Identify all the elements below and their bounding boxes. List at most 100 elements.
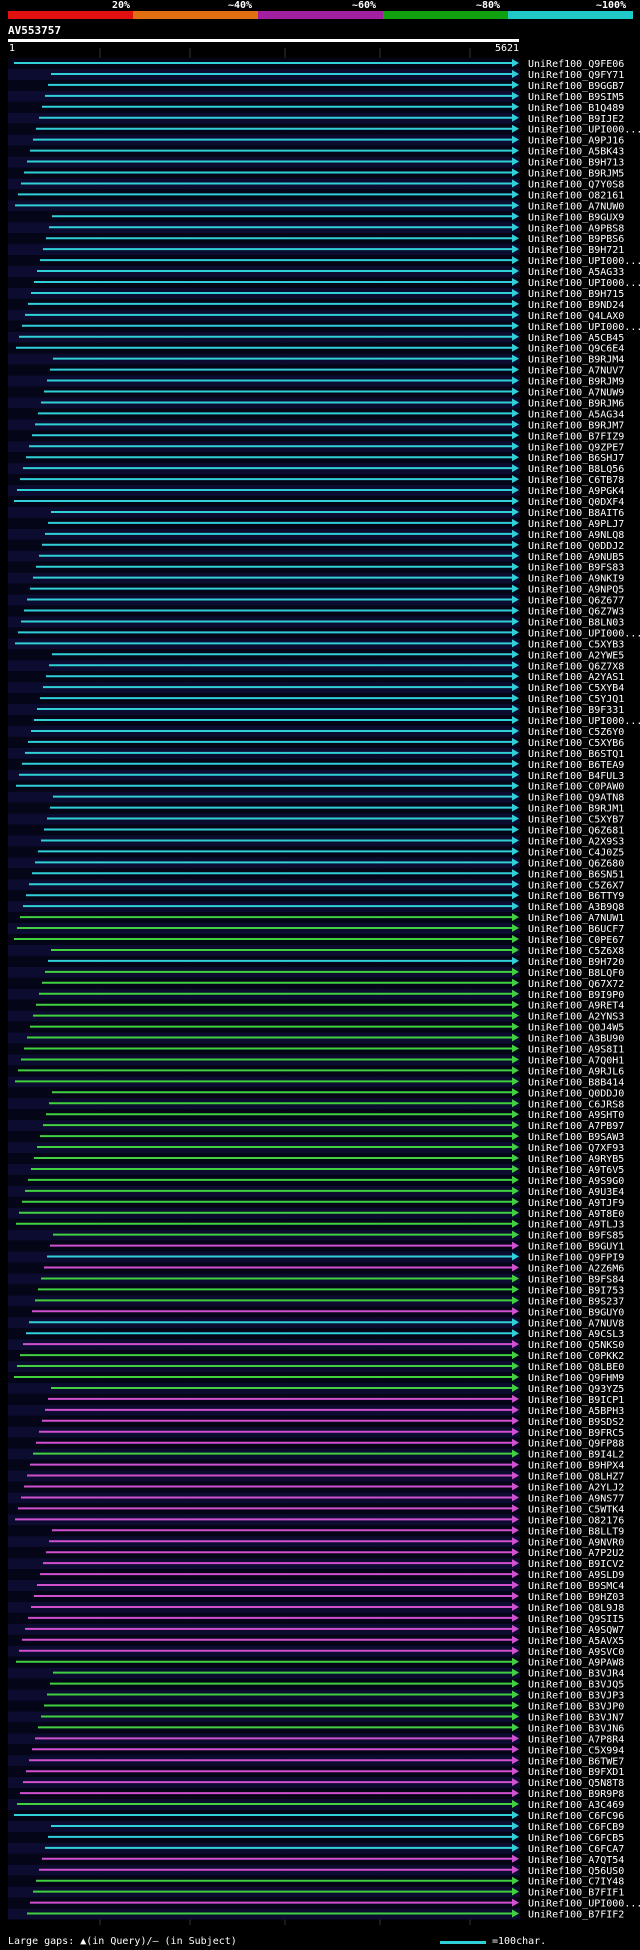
- hit-label: UniRef100_B9FS84: [528, 1274, 624, 1285]
- hit-label: UniRef100_C5Z6X8: [528, 946, 624, 957]
- hit-label: UniRef100_Q6Z677: [528, 596, 624, 607]
- hit-label: UniRef100_UPI000...: [528, 628, 640, 639]
- hit-label: UniRef100_C5Z6X7: [528, 880, 624, 891]
- hit-label: UniRef100_C6FCA7: [528, 1844, 624, 1855]
- hit-label: UniRef100_Q0DDJ2: [528, 541, 624, 552]
- hit-label: UniRef100_O82161: [528, 190, 624, 201]
- hit-label: UniRef100_C4J0Z5: [528, 847, 624, 858]
- hit-label: UniRef100_A5BK43: [528, 147, 624, 158]
- hit-label: UniRef100_A9PAW8: [528, 1658, 624, 1669]
- hit-label: UniRef100_B6TEA9: [528, 760, 624, 771]
- hit-label: UniRef100_B9FS83: [528, 563, 624, 574]
- hit-label: UniRef100_UPI000...: [528, 256, 640, 267]
- hit-label: UniRef100_A3BU90: [528, 1034, 624, 1045]
- hit-label: UniRef100_C6FCB9: [528, 1822, 624, 1833]
- hit-label: UniRef100_C6FC96: [528, 1811, 624, 1822]
- hit-label: UniRef100_B7FIF1: [528, 1888, 624, 1899]
- large-gaps-note: Large gaps: ▲(in Query)/– (in Subject): [8, 1936, 237, 1947]
- hit-label: UniRef100_Q7XF93: [528, 1143, 624, 1154]
- hit-label: UniRef100_C5XYB7: [528, 815, 624, 826]
- hit-label: UniRef100_A9NPQ5: [528, 585, 624, 596]
- hit-label: UniRef100_Q8L9J8: [528, 1603, 624, 1614]
- hit-label: UniRef100_A5AG34: [528, 409, 624, 420]
- hit-label: UniRef100_B9PBS6: [528, 234, 624, 245]
- hit-label: UniRef100_A9SVC0: [528, 1647, 624, 1658]
- hit-label: UniRef100_Q9ZPE7: [528, 442, 624, 453]
- hit-label: UniRef100_B9H713: [528, 158, 624, 169]
- hit-label: UniRef100_A9NLQ8: [528, 530, 624, 541]
- hit-label: UniRef100_Q9FY71: [528, 70, 624, 81]
- hit-label: UniRef100_Q9ATN8: [528, 793, 624, 804]
- hit-label: UniRef100_A9SLD9: [528, 1570, 624, 1581]
- hit-label: UniRef100_Q0DXF4: [528, 497, 624, 508]
- hit-label: UniRef100_B9RJM9: [528, 377, 624, 388]
- hit-label: UniRef100_UPI000...: [528, 322, 640, 333]
- hit-label: UniRef100_A5AVX5: [528, 1636, 624, 1647]
- hit-label: UniRef100_Q5N8T8: [528, 1778, 624, 1789]
- hit-label: UniRef100_B8B414: [528, 1077, 624, 1088]
- hit-label: UniRef100_B8LQF0: [528, 968, 624, 979]
- hit-label: UniRef100_Q9C6E4: [528, 344, 624, 355]
- hit-label: UniRef100_B9S237: [528, 1296, 624, 1307]
- hit-label: UniRef100_A9PGK4: [528, 486, 624, 497]
- alignment-plot: UniRef100_Q9FE06UniRef100_Q9FY71UniRef10…: [8, 48, 640, 1925]
- hit-label: UniRef100_B9SDS2: [528, 1417, 624, 1428]
- hit-label: UniRef100_A7NUV7: [528, 366, 624, 377]
- hit-label: UniRef100_C0PAW0: [528, 782, 624, 793]
- hit-label: UniRef100_B3VJN6: [528, 1723, 624, 1734]
- hit-label: UniRef100_B9SAW3: [528, 1132, 624, 1143]
- hit-label: UniRef100_B9FS85: [528, 1231, 624, 1242]
- hit-label: UniRef100_A9SHT0: [528, 1110, 624, 1121]
- hit-label: UniRef100_B6TWE7: [528, 1756, 624, 1767]
- hit-label: UniRef100_C5XYB3: [528, 639, 624, 650]
- hit-label: UniRef100_A9T6V5: [528, 1165, 624, 1176]
- hit-label: UniRef100_B3VJQ5: [528, 1680, 624, 1691]
- hit-label: UniRef100_Q8LHZ7: [528, 1472, 624, 1483]
- hit-label: UniRef100_Q4LAX0: [528, 311, 624, 322]
- hit-label: UniRef100_A9SQW7: [528, 1625, 624, 1636]
- hit-label: UniRef100_A7NUW9: [528, 388, 624, 399]
- hit-label: UniRef100_Q9FHM9: [528, 1373, 624, 1384]
- hit-label: UniRef100_B8AIT6: [528, 508, 624, 519]
- hit-label: UniRef100_Q6Z7W3: [528, 607, 624, 618]
- hit-label: UniRef100_B9HZ03: [528, 1592, 624, 1603]
- hit-label: UniRef100_Q56US0: [528, 1866, 624, 1877]
- hit-label: UniRef100_B3VJP0: [528, 1702, 624, 1713]
- hit-label: UniRef100_A9NUB5: [528, 552, 624, 563]
- hit-label: UniRef100_A5CB45: [528, 333, 624, 344]
- hit-label: UniRef100_A9CSL3: [528, 1329, 624, 1340]
- hit-label: UniRef100_B9RJM7: [528, 420, 624, 431]
- hit-label: UniRef100_B9GGB7: [528, 81, 624, 92]
- hit-label: UniRef100_C0PKK2: [528, 1351, 624, 1362]
- hit-label: UniRef100_B8LN03: [528, 617, 624, 628]
- hit-label: UniRef100_C6TB78: [528, 475, 624, 486]
- hit-label: UniRef100_B3VJP3: [528, 1691, 624, 1702]
- hit-label: UniRef100_A3C469: [528, 1800, 624, 1811]
- hit-label: UniRef100_B1Q489: [528, 103, 624, 114]
- hit-label: UniRef100_A9RYB5: [528, 1154, 624, 1165]
- hit-label: UniRef100_A7P8R4: [528, 1734, 624, 1745]
- hit-label: UniRef100_B3VJN7: [528, 1712, 624, 1723]
- scale-note: =100char.: [492, 1936, 547, 1947]
- hit-label: UniRef100_C5WTK4: [528, 1504, 624, 1515]
- hit-label: UniRef100_Q5NKS0: [528, 1340, 624, 1351]
- hit-label: UniRef100_B9RJM5: [528, 169, 624, 180]
- hit-label: UniRef100_C0PE67: [528, 935, 624, 946]
- hit-label: UniRef100_Q6Z7X8: [528, 661, 624, 672]
- hit-label: UniRef100_A9NVR0: [528, 1537, 624, 1548]
- hit-label: UniRef100_B6SN51: [528, 869, 624, 880]
- hit-label: UniRef100_A7Q0H1: [528, 1055, 624, 1066]
- hit-label: UniRef100_B9ND24: [528, 300, 624, 311]
- hit-label: UniRef100_C5Z6Y0: [528, 727, 624, 738]
- hit-label: UniRef100_Q0J4W5: [528, 1023, 624, 1034]
- hit-label: UniRef100_A9TLJ3: [528, 1220, 624, 1231]
- hit-label: UniRef100_Q67X72: [528, 979, 624, 990]
- hit-label: UniRef100_A9S9G0: [528, 1176, 624, 1187]
- hit-label: UniRef100_B9ICP1: [528, 1395, 624, 1406]
- hit-label: UniRef100_A9NS77: [528, 1493, 624, 1504]
- hit-label: UniRef100_B9RJM1: [528, 804, 624, 815]
- hit-label: UniRef100_B9I753: [528, 1285, 624, 1296]
- hit-label: UniRef100_A2X9S3: [528, 836, 624, 847]
- scale-swatch: [440, 1941, 486, 1944]
- hit-label: UniRef100_A7NUW1: [528, 913, 624, 924]
